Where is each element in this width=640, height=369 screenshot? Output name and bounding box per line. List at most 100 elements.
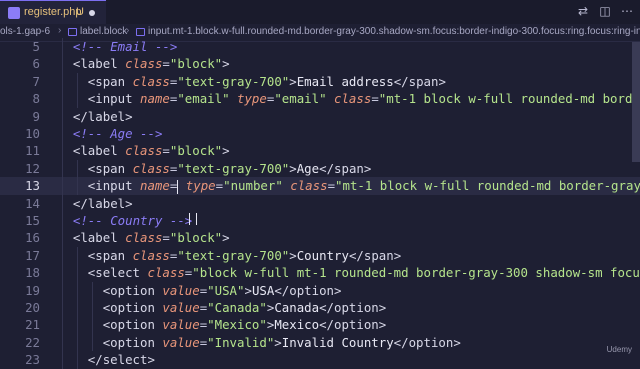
line-number: 20 [25, 300, 40, 315]
element-icon [68, 28, 77, 36]
breadcrumb-item-0[interactable]: ols-1.gap-6 [0, 26, 50, 37]
code-line[interactable]: 11 <label class="block"> [0, 142, 640, 160]
compare-changes-icon[interactable]: ⇄ [576, 4, 590, 18]
code-line[interactable]: 18 <select class="block w-full mt-1 round… [0, 264, 640, 282]
token-str: "mt-1 block w-full rounded-md border-gra… [335, 178, 640, 194]
text-cursor-icon [189, 213, 197, 225]
token-txt: Age [296, 160, 320, 176]
token-str: "block" [169, 230, 223, 246]
indent-guide [62, 333, 63, 352]
token-tag [230, 91, 237, 106]
code-line[interactable]: 22 <option value="Invalid">Invalid Countr… [0, 333, 640, 352]
token-attr: value [162, 334, 200, 350]
token-str: "block w-full mt-1 rounded-md border-gra… [192, 265, 640, 281]
token-attr: value [162, 317, 200, 333]
indent-guide [76, 281, 78, 299]
token-str: "block" [169, 143, 223, 159]
code-line[interactable]: 20 <option value="Canada">Canada</option> [0, 299, 640, 317]
indent-guide [76, 316, 78, 334]
code-text: <label class="block"> [73, 55, 230, 72]
code-line[interactable]: 10 <!-- Age --> [0, 125, 640, 143]
breadcrumb-item-1[interactable]: label.block [80, 26, 127, 37]
file-php-icon [8, 7, 20, 19]
more-actions-icon[interactable]: ⋯ [620, 4, 634, 18]
token-attr: class [125, 56, 163, 72]
token-attr: class [334, 91, 372, 107]
token-tag: </option> [274, 282, 342, 298]
line-number: 5 [32, 39, 40, 54]
token-attr: class [125, 143, 163, 159]
token-eq: = [371, 91, 379, 107]
editor-actions: ⇄ ◫ ⋯ [576, 4, 634, 18]
indent-guide [62, 281, 63, 299]
line-number: 14 [25, 195, 40, 211]
line-number: 12 [25, 160, 40, 176]
code-text: <!-- Age --> [73, 125, 163, 142]
code-text: <option value="Canada">Canada</option> [103, 299, 387, 316]
token-str: "text-gray-700" [177, 73, 290, 89]
line-number: 8 [32, 91, 40, 107]
code-line[interactable]: 6 <label class="block"> [0, 55, 640, 73]
token-attr: class [125, 230, 163, 246]
tab-register-php[interactable]: register.php U [0, 0, 106, 24]
breadcrumb-item-2[interactable]: input.mt-1.block.w-full.rounded-md.borde… [148, 26, 640, 37]
token-attr: class [290, 178, 328, 194]
token-tag: <label [72, 143, 126, 159]
code-line[interactable]: 17 <span class="text-gray-700">Country</s… [0, 246, 640, 265]
indent-guide [62, 90, 63, 108]
tab-filename: register.php [24, 6, 82, 18]
code-line[interactable]: 9 </label> [0, 107, 640, 125]
code-line[interactable]: 16 <label class="block"> [0, 229, 640, 247]
code-text: <option value="Mexico">Mexico</option> [103, 316, 387, 333]
line-number: 10 [25, 126, 40, 141]
line-number: 7 [32, 73, 40, 89]
code-editor[interactable]: 5 <!-- Email --> 6 <label class="block"> 7 <s… [0, 38, 640, 369]
token-eq: = [169, 178, 178, 194]
token-eq: = [327, 178, 336, 194]
token-tag: <label [72, 56, 126, 72]
token-str: "email" [177, 91, 230, 107]
vertical-scrollbar[interactable] [632, 42, 640, 162]
token-attr: class [132, 247, 170, 263]
token-str: "text-gray-700" [177, 247, 290, 263]
line-number: 17 [25, 247, 40, 263]
token-tag: </option> [393, 334, 461, 350]
code-line[interactable]: 7 <span class="text-gray-700">Email addre… [0, 72, 640, 91]
watermark: Udemy [606, 345, 632, 354]
indent-guide [76, 72, 78, 91]
token-tag: </span> [319, 160, 372, 176]
token-attr: class [132, 73, 170, 89]
token-tag: <option [102, 334, 163, 350]
indent-guide [62, 159, 63, 178]
token-eq: = [215, 178, 224, 194]
indent-guide [62, 194, 63, 212]
code-line[interactable]: 14 </label> [0, 194, 640, 212]
line-number: 9 [32, 108, 40, 124]
unsaved-dot-icon[interactable] [89, 10, 95, 16]
code-line[interactable]: 8 <input name="email" type="email" class=… [0, 90, 640, 108]
indent-guide [76, 246, 78, 265]
code-text: <span class="text-gray-700">Email addres… [88, 73, 446, 90]
token-str: "Invalid" [207, 334, 275, 350]
code-text: <select class="block w-full mt-1 rounded… [88, 264, 640, 281]
token-tag: > [289, 247, 297, 263]
indent-guide [76, 159, 78, 178]
code-text: <span class="text-gray-700">Age</span> [88, 160, 372, 177]
line-number: 11 [25, 143, 40, 159]
split-editor-icon[interactable]: ◫ [598, 4, 612, 18]
indent-guide [62, 246, 63, 265]
token-txt: Canada [274, 300, 320, 315]
code-line[interactable]: 13 <input name= type="number" class="mt-1… [0, 177, 640, 195]
code-line[interactable]: 5 <!-- Email --> [0, 38, 640, 56]
indent-guide [62, 55, 63, 73]
code-text: <option value="Invalid">Invalid Country<… [103, 334, 461, 351]
code-line[interactable]: 15 <!-- Country --> [0, 212, 640, 230]
token-tag: <span [87, 73, 133, 89]
token-str: "USA" [207, 282, 245, 298]
code-line[interactable]: 12 <span class="text-gray-700">Age</span> [0, 159, 640, 178]
code-line[interactable]: 21 <option value="Mexico">Mexico</option> [0, 316, 640, 334]
token-tag: <option [102, 300, 163, 315]
token-tag: </option> [319, 300, 387, 315]
token-tag: > [222, 143, 230, 159]
code-line[interactable]: 19 <option value="USA">USA</option> [0, 281, 640, 299]
